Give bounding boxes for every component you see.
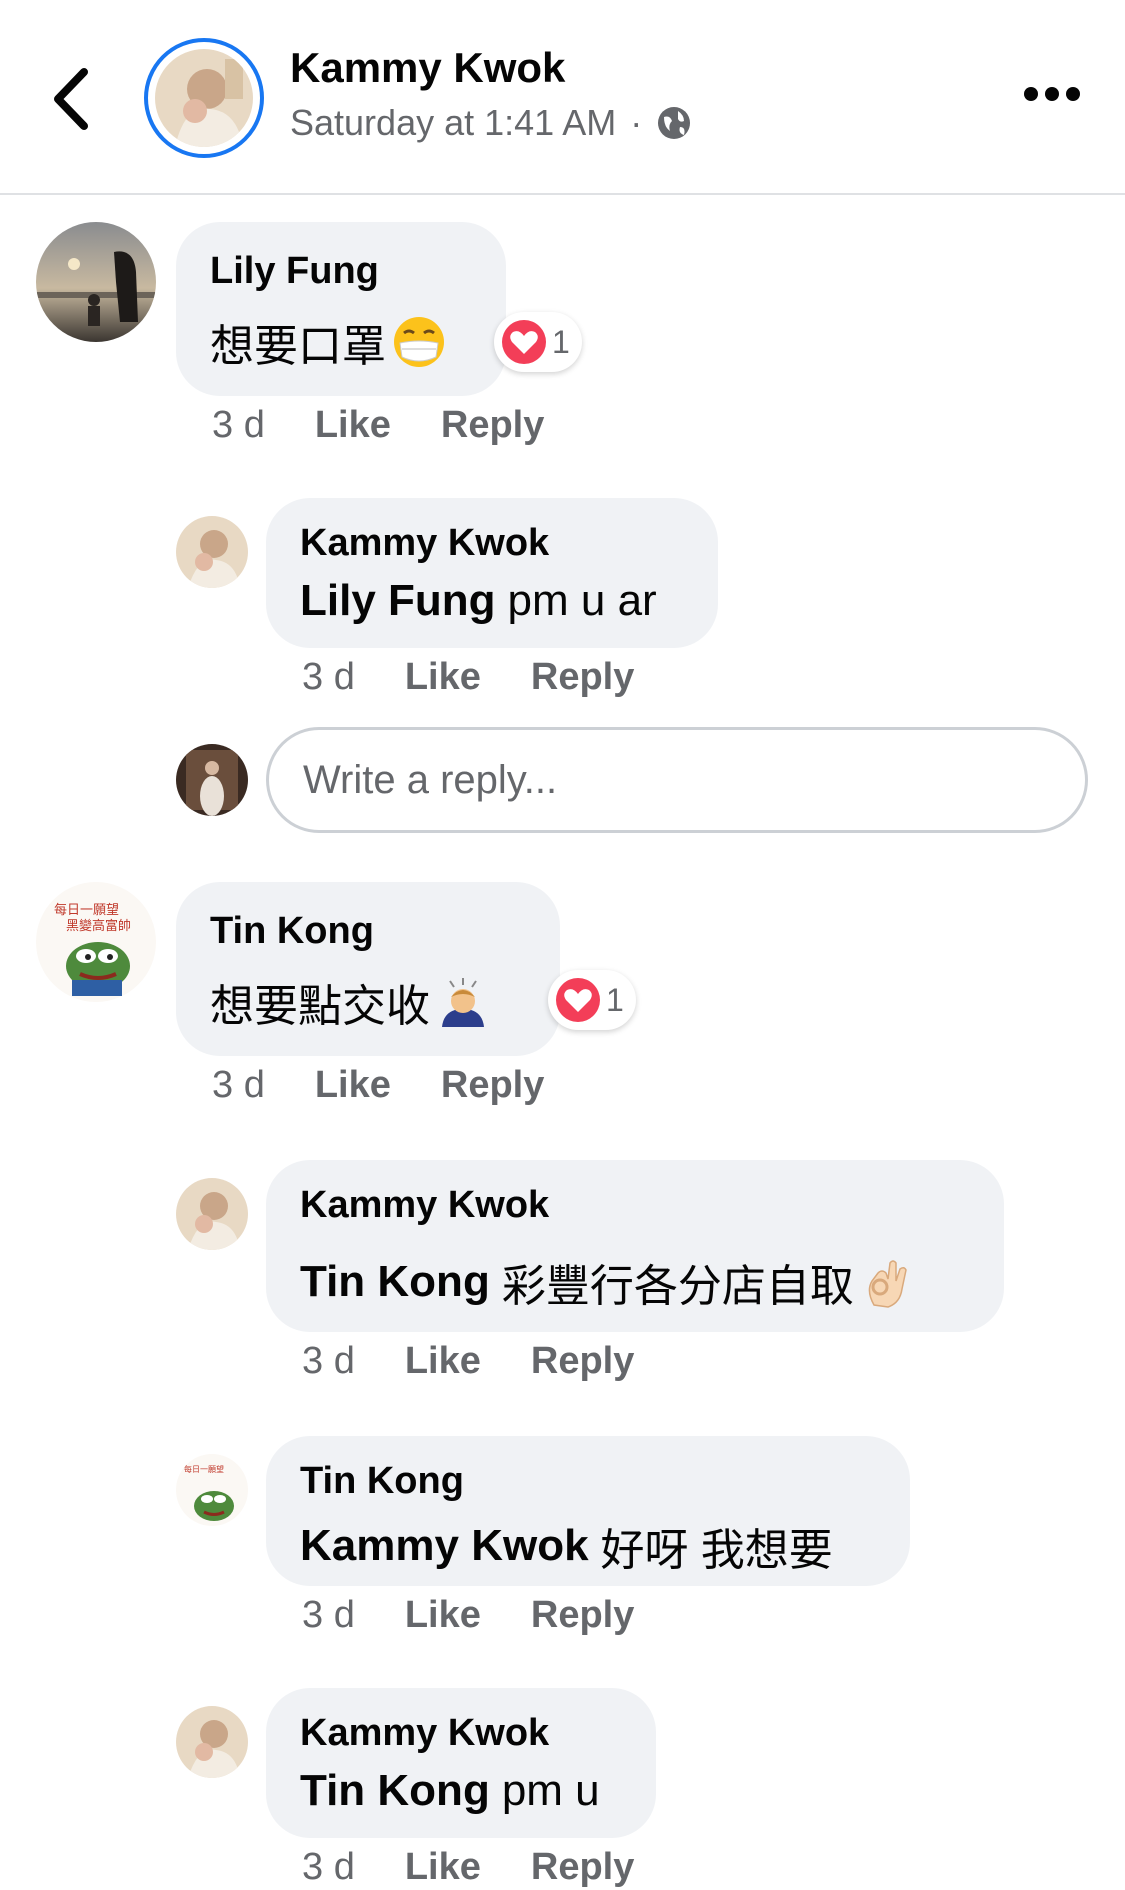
more-options-icon[interactable]: [1024, 84, 1080, 104]
ok-hand-emoji: [868, 1260, 907, 1308]
comment-body: 好呀 我想要: [600, 1526, 833, 1575]
current-user-avatar[interactable]: [176, 744, 248, 816]
post-time[interactable]: Saturday at 1:41 AM: [290, 102, 616, 144]
avatar[interactable]: 每日一願望 黑變高富帥: [36, 882, 156, 1002]
like-button[interactable]: Like: [405, 656, 481, 699]
comment-actions: 3 d Like Reply: [302, 656, 634, 699]
svg-text:黑變高富帥: 黑變高富帥: [66, 918, 131, 934]
post-author-name[interactable]: Kammy Kwok: [290, 44, 565, 92]
reply-button[interactable]: Reply: [441, 404, 544, 447]
avatar-photo: [155, 49, 253, 147]
reply-input[interactable]: Write a reply...: [266, 727, 1088, 833]
comment-text: 想要口罩: [210, 310, 446, 374]
mention-link[interactable]: Tin Kong: [300, 1257, 490, 1307]
comment-text: Tin Kong pm u: [300, 1766, 600, 1816]
heart-reaction-icon: [502, 320, 546, 364]
mention-link[interactable]: Kammy Kwok: [300, 1521, 589, 1571]
comment-bubble[interactable]: Lily Fung 想要口罩: [176, 222, 506, 396]
like-button[interactable]: Like: [405, 1340, 481, 1383]
comment-author[interactable]: Lily Fung: [210, 250, 379, 293]
comment-time[interactable]: 3 d: [212, 1064, 265, 1107]
reaction-badge[interactable]: 1: [548, 970, 636, 1030]
comment-time[interactable]: 3 d: [302, 656, 355, 699]
post-meta: Saturday at 1:41 AM ·: [290, 102, 692, 144]
comment-text: 想要點交收: [210, 970, 490, 1034]
comment-actions: 3 d Like Reply: [302, 1846, 634, 1889]
avatar[interactable]: [176, 1706, 248, 1778]
comment-time[interactable]: 3 d: [302, 1594, 355, 1637]
reply-button[interactable]: Reply: [531, 1340, 634, 1383]
comment-text: Kammy Kwok 好呀 我想要: [300, 1514, 833, 1578]
comment-time[interactable]: 3 d: [302, 1340, 355, 1383]
comment-bubble[interactable]: Kammy Kwok Lily Fung pm u ar: [266, 498, 718, 648]
comment-actions: 3 d Like Reply: [302, 1340, 634, 1383]
reply-button[interactable]: Reply: [531, 1594, 634, 1637]
like-button[interactable]: Like: [405, 1594, 481, 1637]
comment-actions: 3 d Like Reply: [212, 1064, 544, 1107]
comment-time[interactable]: 3 d: [212, 404, 265, 447]
heart-reaction-icon: [556, 978, 600, 1022]
reply-button[interactable]: Reply: [441, 1064, 544, 1107]
comment-text: Tin Kong 彩豐行各分店自取: [300, 1250, 914, 1314]
reply-button[interactable]: Reply: [531, 656, 634, 699]
mask-emoji: [394, 317, 444, 367]
reaction-count: 1: [552, 323, 570, 360]
comment-actions: 3 d Like Reply: [302, 1594, 634, 1637]
comment-bubble[interactable]: Kammy Kwok Tin Kong 彩豐行各分店自取: [266, 1160, 1004, 1332]
comment-body: 想要點交收: [210, 982, 430, 1031]
svg-text:每日一願望: 每日一願望: [184, 1464, 224, 1474]
reply-button[interactable]: Reply: [531, 1846, 634, 1889]
comment-bubble[interactable]: Kammy Kwok Tin Kong pm u: [266, 1688, 656, 1838]
comment-body: 彩豐行各分店自取: [501, 1262, 854, 1311]
comment-body: pm u ar: [507, 576, 657, 625]
svg-text:每日一願望: 每日一願望: [54, 902, 119, 918]
comment-author[interactable]: Kammy Kwok: [300, 1184, 549, 1227]
mention-link[interactable]: Lily Fung: [300, 576, 496, 626]
bowing-person-emoji: [442, 978, 484, 1027]
comment-author[interactable]: Kammy Kwok: [300, 522, 549, 565]
avatar[interactable]: [176, 1178, 248, 1250]
comment-bubble[interactable]: Tin Kong 想要點交收: [176, 882, 560, 1056]
globe-icon: [658, 107, 691, 139]
comment-time[interactable]: 3 d: [302, 1846, 355, 1889]
comment-text: Lily Fung pm u ar: [300, 576, 657, 626]
comment-author[interactable]: Kammy Kwok: [300, 1712, 549, 1755]
reaction-count: 1: [606, 981, 624, 1018]
header-avatar[interactable]: [144, 38, 264, 158]
comment-author[interactable]: Tin Kong: [210, 910, 374, 953]
comment-actions: 3 d Like Reply: [212, 404, 544, 447]
meta-separator: ·: [630, 102, 643, 143]
like-button[interactable]: Like: [315, 404, 391, 447]
like-button[interactable]: Like: [315, 1064, 391, 1107]
mention-link[interactable]: Tin Kong: [300, 1766, 490, 1816]
comment-body: 想要口罩: [210, 322, 386, 371]
avatar[interactable]: [176, 516, 248, 588]
back-icon[interactable]: [46, 64, 96, 134]
avatar[interactable]: 每日一願望: [176, 1454, 248, 1526]
avatar[interactable]: [36, 222, 156, 342]
like-button[interactable]: Like: [405, 1846, 481, 1889]
comment-author[interactable]: Tin Kong: [300, 1460, 464, 1503]
comment-bubble[interactable]: Tin Kong Kammy Kwok 好呀 我想要: [266, 1436, 910, 1586]
reaction-badge[interactable]: 1: [494, 312, 582, 372]
post-header: Kammy Kwok Saturday at 1:41 AM ·: [0, 0, 1125, 195]
comment-body: pm u: [501, 1766, 600, 1815]
